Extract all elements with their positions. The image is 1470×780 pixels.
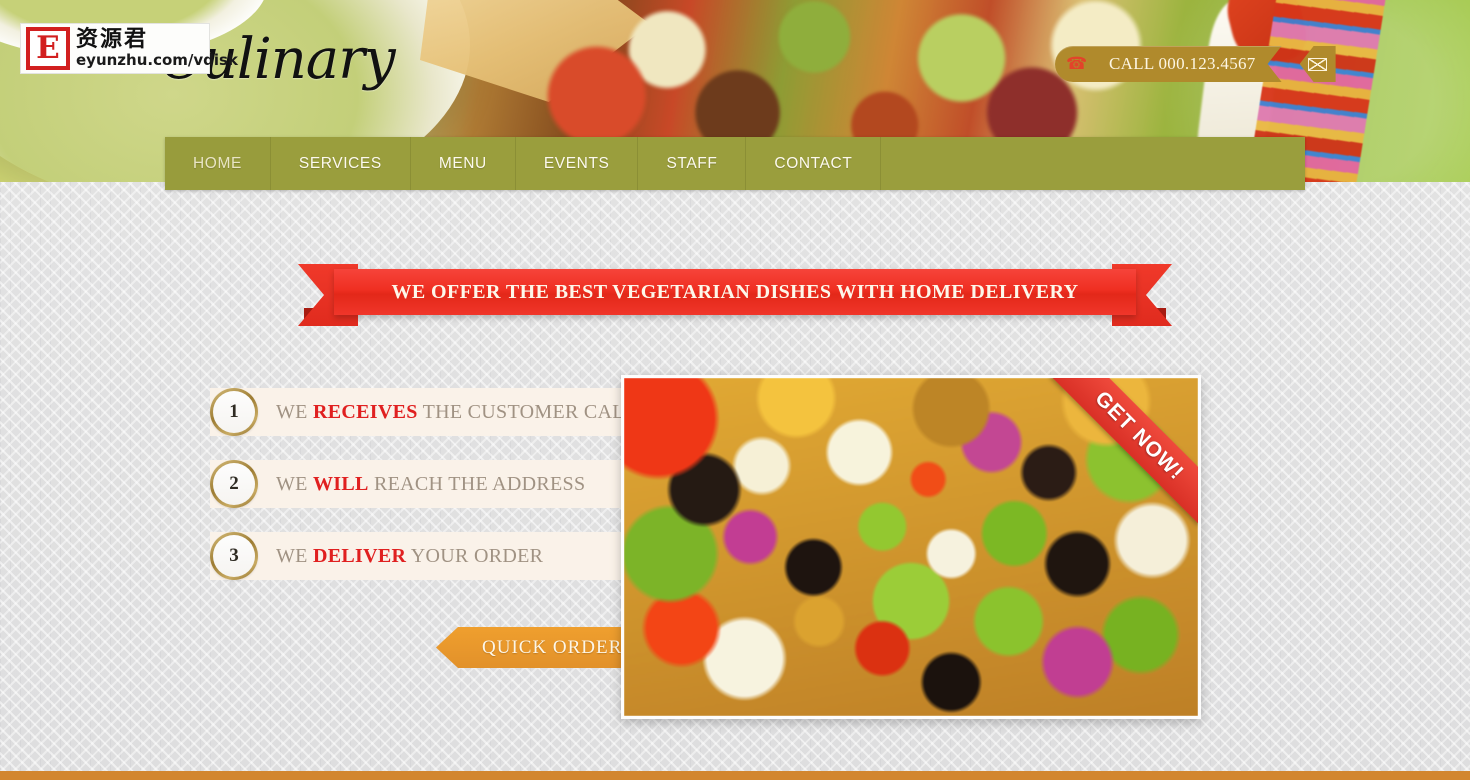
footer-accent-bar	[0, 771, 1470, 780]
nav-filler	[881, 137, 1305, 190]
phone-icon: ☎	[1066, 54, 1088, 73]
nav-item-events[interactable]: EVENTS	[516, 137, 639, 190]
step-number-badge: 1	[210, 388, 258, 436]
step-text: WE WILL REACH THE ADDRESS	[276, 472, 586, 495]
ribbon-band: WE OFFER THE BEST VEGETARIAN DISHES WITH…	[334, 269, 1136, 315]
call-number-label: CALL 000.123.4567	[1109, 54, 1256, 73]
nav-item-staff[interactable]: STAFF	[638, 137, 747, 190]
watermark-brand-cn: 资源君	[76, 27, 149, 52]
phone-knob: ☎	[1055, 46, 1095, 82]
step-number-badge: 2	[210, 460, 258, 508]
step-number-badge: 3	[210, 532, 258, 580]
watermark-overlay: E 资源君 eyunzhu.com/vdisk	[20, 23, 238, 74]
main-navigation: HOME SERVICES MENU EVENTS STAFF CONTACT	[165, 137, 1305, 190]
envelope-icon[interactable]	[1299, 46, 1336, 82]
watermark-badge-icon: E	[26, 27, 70, 70]
headline-text: WE OFFER THE BEST VEGETARIAN DISHES WITH…	[391, 280, 1079, 303]
contact-bar: ☎ CALL 000.123.4567	[1055, 46, 1336, 82]
nav-item-menu[interactable]: MENU	[411, 137, 516, 190]
nav-item-contact[interactable]: CONTACT	[746, 137, 882, 190]
watermark-text: 资源君 eyunzhu.com/vdisk	[76, 29, 238, 68]
step-text: WE RECEIVES THE CUSTOMER CALL	[276, 400, 638, 423]
nav-item-services[interactable]: SERVICES	[271, 137, 411, 190]
nav-item-home[interactable]: HOME	[165, 137, 271, 190]
watermark-url: eyunzhu.com/vdisk	[76, 51, 238, 69]
feature-salad-image[interactable]: GET NOW!	[621, 375, 1201, 719]
call-number-button[interactable]: CALL 000.123.4567	[1095, 46, 1282, 82]
headline-ribbon: WE OFFER THE BEST VEGETARIAN DISHES WITH…	[298, 264, 1172, 326]
step-text: WE DELIVER YOUR ORDER	[276, 544, 544, 567]
quick-order-label: QUICK ORDER	[482, 636, 623, 658]
